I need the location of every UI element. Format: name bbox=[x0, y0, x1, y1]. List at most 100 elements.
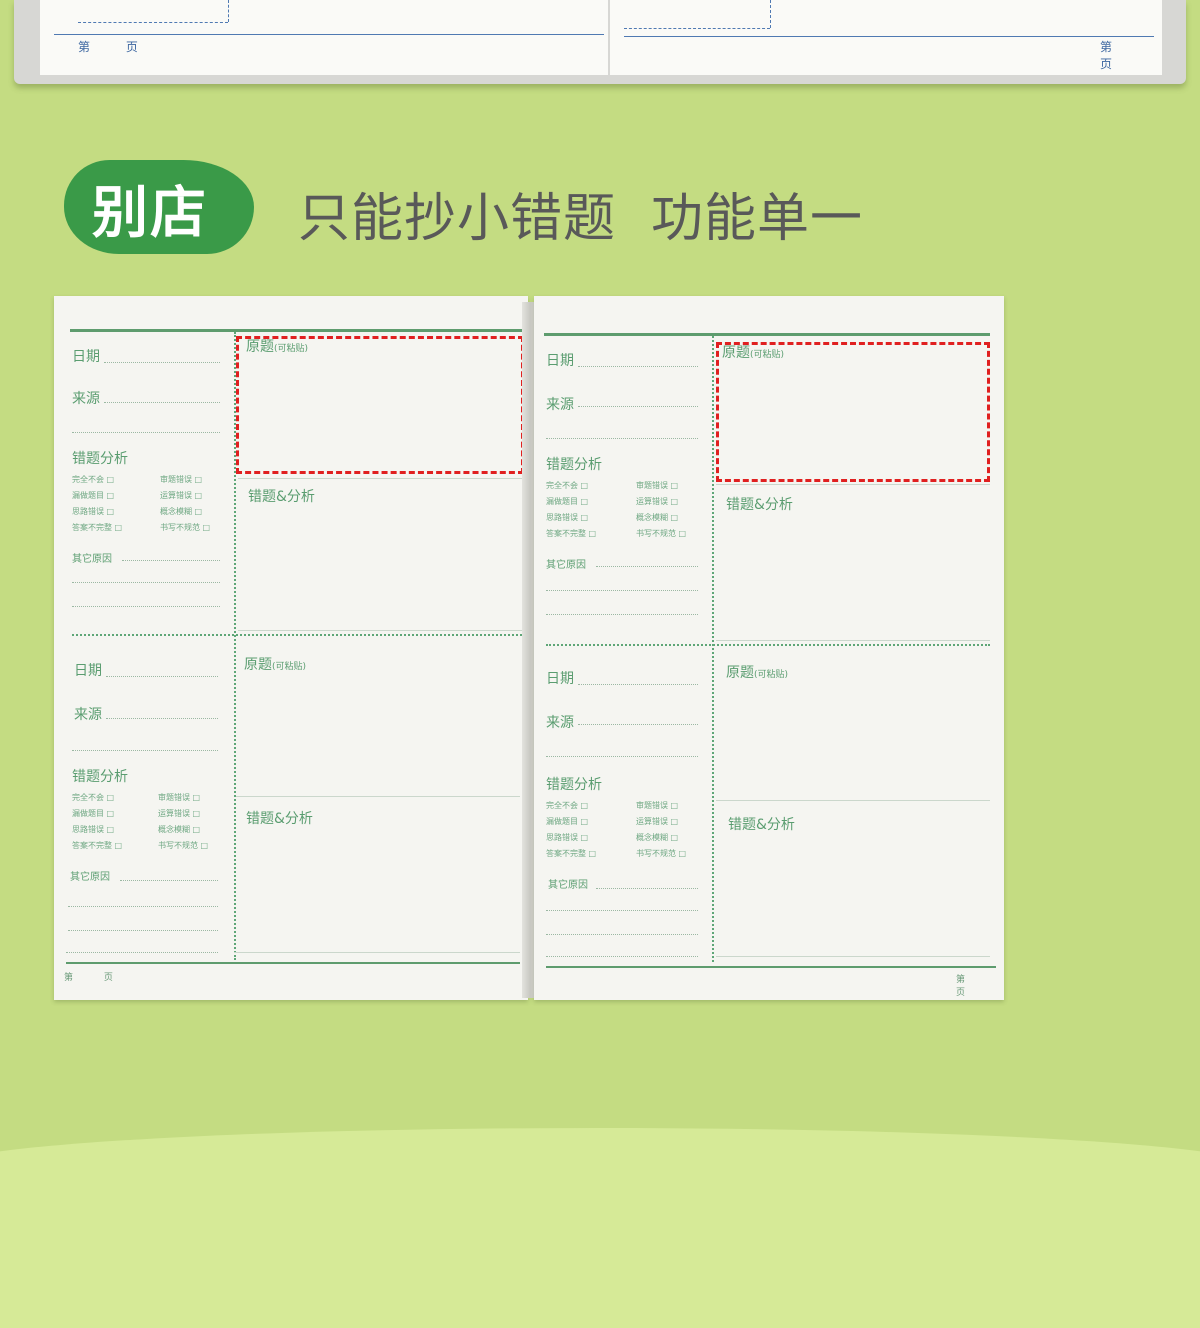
check-item[interactable]: 书写不规范 □ bbox=[636, 528, 686, 539]
write-line bbox=[596, 566, 698, 567]
check-item[interactable]: 概念模糊 □ bbox=[158, 824, 200, 835]
top-rule bbox=[70, 329, 522, 332]
check-item[interactable]: 完全不会 □ bbox=[546, 800, 588, 811]
check-item[interactable]: 完全不会 □ bbox=[72, 474, 114, 485]
write-line bbox=[546, 756, 698, 757]
date-label: 日期 bbox=[72, 349, 100, 365]
check-item[interactable]: 思路错误 □ bbox=[546, 832, 588, 843]
dashed-divider bbox=[770, 0, 771, 28]
check-item[interactable]: 思路错误 □ bbox=[546, 512, 588, 523]
check-item[interactable]: 漏做题目 □ bbox=[72, 490, 114, 501]
write-line bbox=[546, 590, 698, 591]
check-item[interactable]: 完全不会 □ bbox=[72, 792, 114, 803]
check-item[interactable]: 书写不规范 □ bbox=[158, 840, 208, 851]
check-item[interactable]: 审题错误 □ bbox=[636, 480, 678, 491]
write-line bbox=[104, 362, 220, 363]
analysis-title: 错题分析 bbox=[546, 777, 602, 793]
check-item[interactable]: 运算错误 □ bbox=[636, 496, 678, 507]
section-divider bbox=[72, 634, 522, 636]
write-line bbox=[238, 630, 522, 631]
write-line bbox=[120, 880, 218, 881]
column-divider bbox=[712, 336, 714, 962]
check-item[interactable]: 漏做题目 □ bbox=[546, 816, 588, 827]
check-item[interactable]: 审题错误 □ bbox=[636, 800, 678, 811]
other-reason-label: 其它原因 bbox=[72, 554, 112, 565]
check-item[interactable]: 审题错误 □ bbox=[158, 792, 200, 803]
check-item[interactable]: 答案不完整 □ bbox=[546, 848, 596, 859]
check-item[interactable]: 漏做题目 □ bbox=[546, 496, 588, 507]
check-item[interactable]: 运算错误 □ bbox=[158, 808, 200, 819]
write-line bbox=[546, 910, 698, 911]
analysis-title: 错题分析 bbox=[72, 451, 128, 467]
write-line bbox=[546, 438, 698, 439]
write-line bbox=[72, 750, 218, 751]
other-reason-label: 其它原因 bbox=[70, 872, 110, 883]
other-reason-label: 其它原因 bbox=[548, 880, 588, 891]
source-label: 来源 bbox=[74, 707, 102, 723]
source-label: 来源 bbox=[546, 715, 574, 731]
check-item[interactable]: 答案不完整 □ bbox=[72, 840, 122, 851]
notebook-page-left: 日期 来源 错题分析 完全不会 □ 漏做题目 □ 思路错误 □ 答案不完整 □ … bbox=[54, 296, 528, 1000]
write-line bbox=[68, 906, 218, 907]
dashed-line bbox=[624, 28, 770, 29]
check-item[interactable]: 运算错误 □ bbox=[636, 816, 678, 827]
check-item[interactable]: 答案不完整 □ bbox=[546, 528, 596, 539]
write-line bbox=[596, 888, 698, 889]
page-number-label: 第 页 bbox=[64, 973, 127, 983]
check-item[interactable]: 完全不会 □ bbox=[546, 480, 588, 491]
wrong-analysis-label: 错题&分析 bbox=[248, 489, 315, 505]
write-line bbox=[104, 402, 220, 403]
write-line bbox=[716, 800, 990, 801]
source-label: 来源 bbox=[546, 397, 574, 413]
date-label: 日期 bbox=[546, 671, 574, 687]
footer-rule bbox=[54, 34, 604, 35]
write-line bbox=[578, 724, 698, 725]
date-label: 日期 bbox=[546, 353, 574, 369]
page-number-label: 第 页 bbox=[1100, 40, 1129, 71]
write-line bbox=[578, 366, 698, 367]
check-item[interactable]: 概念模糊 □ bbox=[636, 512, 678, 523]
write-line bbox=[578, 406, 698, 407]
highlight-box bbox=[236, 336, 524, 474]
write-line bbox=[716, 484, 990, 485]
source-label: 来源 bbox=[72, 391, 100, 407]
check-item[interactable]: 运算错误 □ bbox=[160, 490, 202, 501]
write-line bbox=[106, 718, 218, 719]
section-divider bbox=[546, 644, 990, 646]
check-item[interactable]: 答案不完整 □ bbox=[72, 522, 122, 533]
top-page-right: 第 页 bbox=[610, 0, 1162, 75]
write-line bbox=[716, 956, 990, 957]
wrong-analysis-label: 错题&分析 bbox=[726, 497, 793, 513]
check-item[interactable]: 概念模糊 □ bbox=[636, 832, 678, 843]
write-line bbox=[236, 796, 520, 797]
analysis-title: 错题分析 bbox=[72, 769, 128, 785]
write-line bbox=[68, 930, 218, 931]
analysis-title: 错题分析 bbox=[546, 457, 602, 473]
notebook-page-right: 日期 来源 错题分析 完全不会 □ 漏做题目 □ 思路错误 □ 答案不完整 □ … bbox=[534, 296, 1004, 1000]
write-line bbox=[546, 614, 698, 615]
write-line bbox=[234, 952, 520, 953]
top-rule bbox=[544, 333, 990, 336]
check-item[interactable]: 思路错误 □ bbox=[72, 824, 114, 835]
write-line bbox=[72, 606, 220, 607]
write-line bbox=[716, 640, 990, 641]
other-reason-label: 其它原因 bbox=[546, 560, 586, 571]
bottom-wave bbox=[0, 1128, 1200, 1328]
page-number-label: 第 页 bbox=[78, 40, 154, 54]
check-item[interactable]: 书写不规范 □ bbox=[160, 522, 210, 533]
check-item[interactable]: 概念模糊 □ bbox=[160, 506, 202, 517]
check-item[interactable]: 思路错误 □ bbox=[72, 506, 114, 517]
write-line bbox=[66, 952, 218, 953]
dashed-line bbox=[78, 22, 228, 23]
check-item[interactable]: 漏做题目 □ bbox=[72, 808, 114, 819]
check-item[interactable]: 审题错误 □ bbox=[160, 474, 202, 485]
wrong-analysis-label: 错题&分析 bbox=[728, 817, 795, 833]
footer-rule bbox=[624, 36, 1154, 37]
write-line bbox=[546, 934, 698, 935]
bottom-rule bbox=[66, 962, 520, 964]
top-notebook: 第 页 第 页 bbox=[14, 0, 1186, 84]
write-line bbox=[238, 478, 522, 479]
check-item[interactable]: 书写不规范 □ bbox=[636, 848, 686, 859]
wrong-analysis-label: 错题&分析 bbox=[246, 811, 313, 827]
write-line bbox=[546, 956, 698, 957]
